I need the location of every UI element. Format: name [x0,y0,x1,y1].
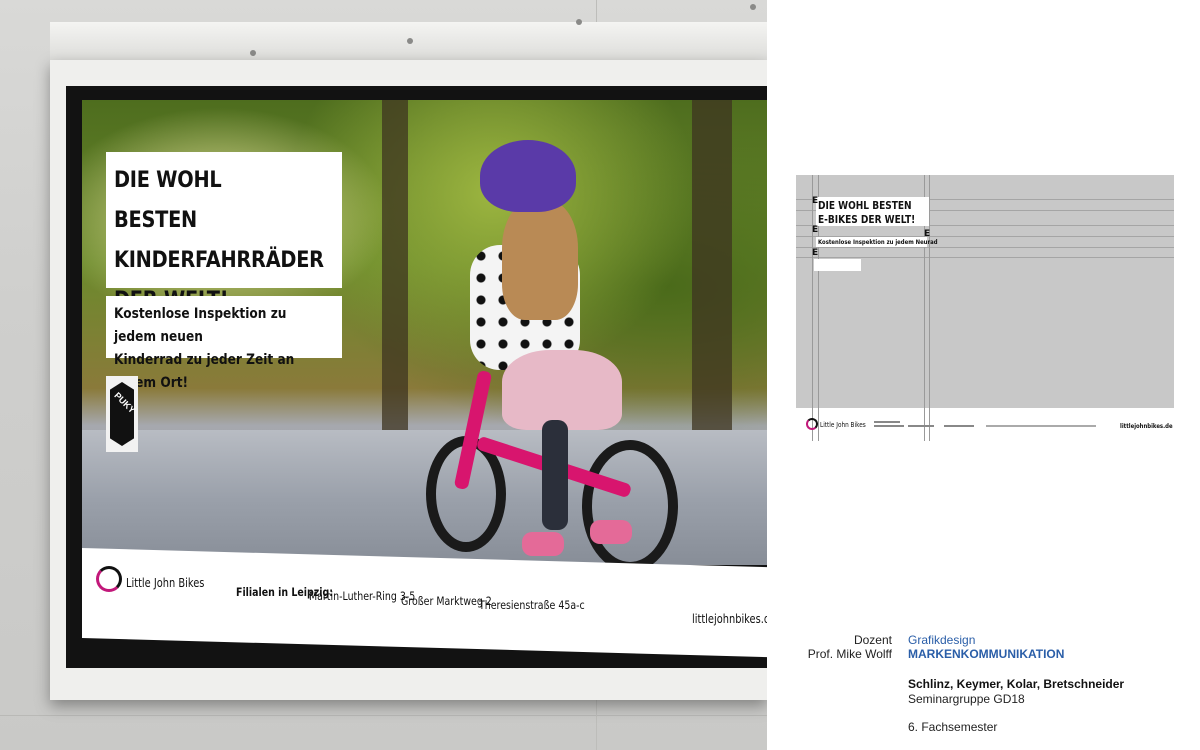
tree-trunk [382,100,408,430]
lecturer-name: Prof. Mike Wolff [807,647,892,661]
child-leg [542,420,568,530]
scheme-placeholder-text [874,421,900,423]
spacing-mark: E [812,248,819,258]
guide-line [796,257,1174,258]
bike-rear-wheel [582,440,678,565]
guide-line [812,175,813,441]
scheme-url: littlejohnbikes.de [1120,422,1173,430]
store-address: Theresienstraße 45a-c [479,598,585,612]
brand-logo-icon [96,566,122,592]
scheme-placeholder-text [944,425,974,427]
child-shoe [590,520,632,544]
scheme-brand-name: Little John Bikes [820,421,866,429]
semester: 6. Fachsemester [908,720,998,734]
spacing-mark: E [812,196,819,206]
brand-name: Little John Bikes [126,576,205,590]
guide-line [796,247,1174,248]
scheme-subline: Kostenlose Inspektion zu jedem Neurad [818,238,938,246]
course-title: MARKENKOMMUNIKATION [908,647,1065,661]
authors: Schlinz, Keymer, Kolar, Bretschneider [908,677,1125,691]
scheme-headline: DIE WOHL BESTEN E-BIKES DER WELT! [818,199,915,227]
course-area: Grafikdesign [908,633,976,647]
headline-line: KINDERFAHRRÄDER [114,247,324,273]
billboard-mockup: DIE WOHL BESTEN KINDERFAHRRÄDER DER WELT… [0,0,767,750]
child-skirt [502,350,622,430]
scheme-headline-line: E-BIKES DER WELT! [818,213,916,226]
scheme-headline-line: DIE WOHL BESTEN [818,199,912,212]
rivet [750,4,756,10]
rivet [576,19,582,25]
scheme-logo-placeholder [814,259,861,271]
partner-logo: PUKY [106,376,138,452]
child-shoe [522,532,564,556]
store-address: Martin-Luther-Ring 3-5 [309,589,416,603]
billboard-subline: Kostenlose Inspektion zu jedem neuen Kin… [114,303,331,395]
seminar-group: Seminargruppe GD18 [908,692,1025,706]
subline-line: Kinderrad zu jeder Zeit an jedem Ort! [114,352,295,391]
wall-seam [0,715,767,716]
rivet [407,38,413,44]
subline-line: Kostenlose Inspektion zu jedem neuen [114,306,287,345]
guide-line [929,175,930,441]
brand-url: littlejohnbikes.de [692,612,767,626]
child-hair [502,200,578,320]
spacing-mark: E [924,229,931,239]
tree-trunk [692,100,732,430]
rivet [250,50,256,56]
child-helmet [480,140,576,212]
scheme-placeholder-text [874,425,904,427]
headline-line: DIE WOHL BESTEN [114,167,222,233]
lecturer-label: Dozent [853,633,892,647]
scheme-placeholder-text [908,425,934,427]
scheme-placeholder-text [986,425,1096,427]
spacing-mark: E [812,225,819,235]
scheme-brand-logo-icon [806,418,818,430]
